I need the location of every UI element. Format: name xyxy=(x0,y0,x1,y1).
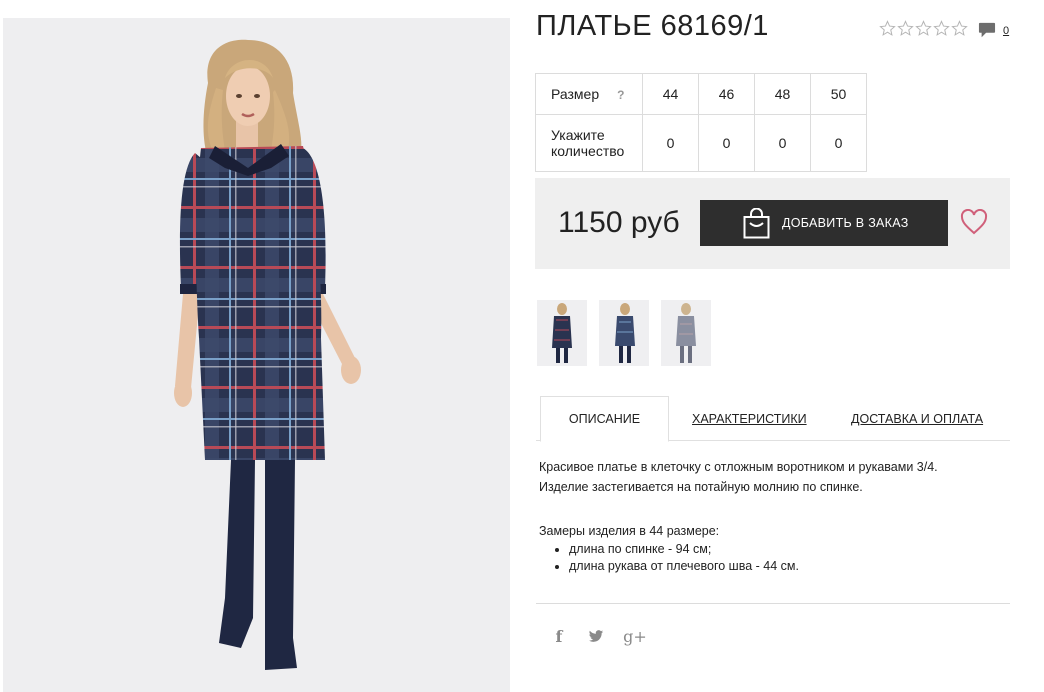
divider xyxy=(536,603,1010,604)
star-icon[interactable] xyxy=(897,20,914,37)
list-item: длина по спинке - 94 см; xyxy=(569,541,1009,558)
description-line-2: Изделие застегивается на потайную молнию… xyxy=(539,480,863,494)
quantity-label-line2: количество xyxy=(551,143,625,159)
quantity-input-46[interactable]: 0 xyxy=(698,114,755,172)
heart-icon[interactable] xyxy=(960,209,988,235)
comments-link[interactable]: 0 xyxy=(978,22,1009,39)
model-figure xyxy=(174,39,361,670)
thumbnail-1[interactable] xyxy=(537,300,587,366)
thumbnail-3[interactable] xyxy=(661,300,711,366)
twitter-icon[interactable] xyxy=(587,630,605,643)
quantity-label-line1: Укажите xyxy=(551,127,605,143)
quantity-input-50[interactable]: 0 xyxy=(810,114,867,172)
shopping-bag-icon xyxy=(743,207,770,238)
size-row: Размер? 44 46 48 50 xyxy=(535,73,867,115)
size-48: 48 xyxy=(754,73,811,115)
description-line-1: Красивое платье в клеточку с отложным во… xyxy=(539,460,938,474)
thumbnail-photo-icon xyxy=(615,303,635,363)
thumbnail-photo-icon xyxy=(552,303,572,363)
size-label: Размер xyxy=(551,85,600,102)
size-label-cell: Размер? xyxy=(535,73,643,115)
tab-description[interactable]: ОПИСАНИЕ xyxy=(540,396,669,442)
thumbnail-photo-icon xyxy=(676,303,696,363)
price: 1150 руб xyxy=(558,206,680,239)
googleplus-icon[interactable]: g+ xyxy=(623,627,647,646)
measurements-title: Замеры изделия в 44 размере: xyxy=(539,524,720,538)
size-help-icon[interactable]: ? xyxy=(617,88,624,102)
comments-count[interactable]: 0 xyxy=(1003,25,1009,37)
star-icon[interactable] xyxy=(915,20,932,37)
tab-characteristics[interactable]: ХАРАКТЕРИСТИКИ xyxy=(692,396,807,441)
buy-box: 1150 руб ДОБАВИТЬ В ЗАКАЗ xyxy=(535,178,1010,269)
comment-bubble-icon xyxy=(978,22,996,38)
twitter-bird-icon xyxy=(588,630,604,642)
size-quantity-table: Размер? 44 46 48 50 Укажите количество 0… xyxy=(535,73,867,172)
add-to-order-button[interactable]: ДОБАВИТЬ В ЗАКАЗ xyxy=(700,200,948,246)
add-to-order-label: ДОБАВИТЬ В ЗАКАЗ xyxy=(782,216,909,230)
product-title: ПЛАТЬЕ 68169/1 xyxy=(536,10,769,42)
list-item: длина рукава от плечевого шва - 44 см. xyxy=(569,558,1009,575)
product-main-photo[interactable] xyxy=(3,18,510,692)
star-icon[interactable] xyxy=(879,20,896,37)
measurements-list: длина по спинке - 94 см; длина рукава от… xyxy=(539,541,1009,575)
thumbnail-2[interactable] xyxy=(599,300,649,366)
quantity-input-44[interactable]: 0 xyxy=(642,114,699,172)
quantity-input-48[interactable]: 0 xyxy=(754,114,811,172)
size-44: 44 xyxy=(642,73,699,115)
description-panel: Красивое платье в клеточку с отложным во… xyxy=(539,457,1009,575)
rating-stars[interactable] xyxy=(879,20,968,37)
social-share: f g+ xyxy=(550,627,647,646)
star-icon[interactable] xyxy=(951,20,968,37)
size-46: 46 xyxy=(698,73,755,115)
quantity-row: Укажите количество 0 0 0 0 xyxy=(535,114,867,172)
tab-delivery-payment[interactable]: ДОСТАВКА И ОПЛАТА xyxy=(851,396,983,441)
product-tabs: ОПИСАНИЕ ХАРАКТЕРИСТИКИ ДОСТАВКА И ОПЛАТ… xyxy=(536,396,1010,442)
quantity-label-cell: Укажите количество xyxy=(535,114,643,172)
size-50: 50 xyxy=(810,73,867,115)
thumbnail-gallery xyxy=(537,300,711,366)
star-icon[interactable] xyxy=(933,20,950,37)
facebook-icon[interactable]: f xyxy=(550,627,568,646)
